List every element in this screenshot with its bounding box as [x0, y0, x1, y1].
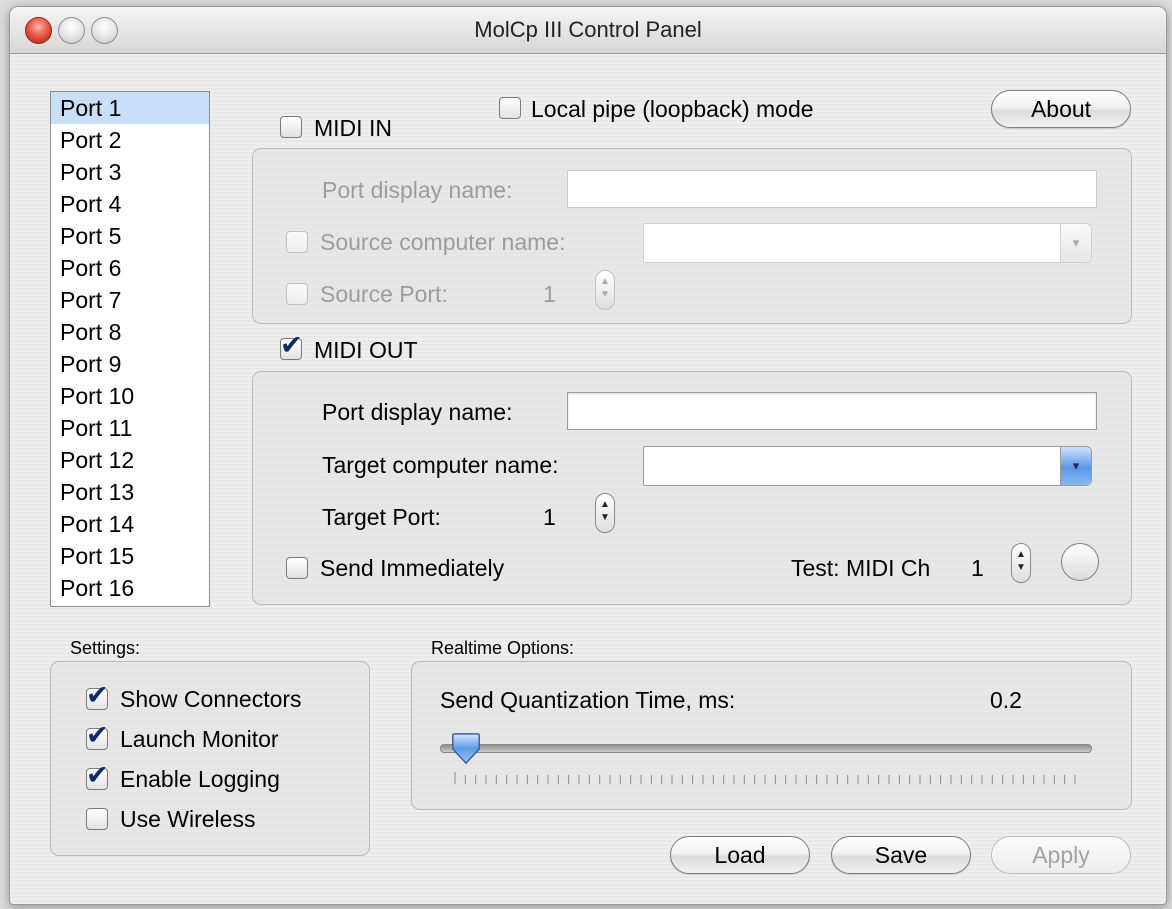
loopback-checkbox[interactable] [499, 97, 521, 119]
port-list-item[interactable]: Port 6 [51, 252, 209, 284]
target-port-label: Target Port: [322, 504, 441, 530]
port-list-item[interactable]: Port 11 [51, 412, 209, 444]
realtime-options-label: Realtime Options: [431, 638, 575, 658]
settings-label: Settings: [70, 638, 141, 658]
test-send-button[interactable] [1061, 543, 1099, 581]
port-list-item[interactable]: Port 13 [51, 476, 209, 508]
stepper-down-icon: ▼ [600, 512, 610, 523]
midi-out-port-display-name-field[interactable] [567, 392, 1097, 430]
quantization-time-value: 0.2 [990, 687, 1022, 713]
source-port-checkbox[interactable] [286, 283, 308, 305]
launch-monitor-label: Launch Monitor [120, 726, 279, 752]
source-port-value: 1 [543, 281, 556, 307]
send-immediately-checkbox[interactable] [286, 557, 308, 579]
show-connectors-checkbox[interactable]: ✔ [86, 680, 109, 710]
port-list-item[interactable]: Port 14 [51, 508, 209, 540]
midi-in-port-display-name-field[interactable] [567, 170, 1097, 208]
target-port-value: 1 [543, 504, 556, 530]
checkmark-icon: ✔ [280, 330, 303, 360]
port-list-item[interactable]: Port 1 [51, 92, 209, 124]
port-list-item[interactable]: Port 16 [51, 572, 209, 604]
title-bar[interactable]: MolCp III Control Panel [10, 7, 1166, 54]
port-list-item[interactable]: Port 8 [51, 316, 209, 348]
port-list-item[interactable]: Port 3 [51, 156, 209, 188]
enable-logging-label: Enable Logging [120, 766, 280, 792]
checkmark-icon: ✔ [86, 680, 109, 710]
port-list-item[interactable]: Port 10 [51, 380, 209, 412]
target-computer-label: Target computer name: [322, 452, 559, 478]
stepper-up-icon: ▲ [1016, 549, 1026, 560]
realtime-options-group [411, 661, 1132, 810]
midi-out-label: MIDI OUT [314, 337, 418, 363]
source-computer-label: Source computer name: [320, 229, 566, 255]
port-list-item[interactable]: Port 9 [51, 348, 209, 380]
midi-out-port-display-name-label: Port display name: [322, 399, 513, 425]
save-button[interactable]: Save [831, 836, 971, 874]
port-list-item[interactable]: Port 7 [51, 284, 209, 316]
chevron-down-icon: ▾ [1060, 224, 1091, 262]
test-midi-channel-value: 1 [971, 555, 984, 581]
stepper-up-icon: ▲ [600, 499, 610, 510]
target-computer-combo[interactable]: ▾ [643, 446, 1092, 486]
source-computer-checkbox[interactable] [286, 231, 308, 253]
quantization-slider-track[interactable] [440, 744, 1092, 753]
midi-in-checkbox[interactable] [280, 116, 302, 138]
test-channel-stepper[interactable]: ▲ ▼ [1011, 543, 1031, 583]
midi-in-label: MIDI IN [314, 115, 392, 141]
midi-in-port-display-name-label: Port display name: [322, 177, 513, 203]
launch-monitor-checkbox[interactable]: ✔ [86, 720, 109, 750]
load-button[interactable]: Load [670, 836, 810, 874]
target-port-stepper[interactable]: ▲ ▼ [595, 493, 615, 533]
window-title: MolCp III Control Panel [474, 17, 702, 42]
port-list-item[interactable]: Port 15 [51, 540, 209, 572]
quantization-slider-thumb[interactable] [450, 732, 482, 766]
test-midi-channel-label: Test: MIDI Ch [791, 555, 931, 581]
port-list-item[interactable]: Port 2 [51, 124, 209, 156]
checkmark-icon: ✔ [86, 760, 109, 790]
loopback-label: Local pipe (loopback) mode [531, 96, 814, 122]
source-port-stepper[interactable]: ▲ ▼ [595, 270, 615, 310]
checkmark-icon: ✔ [86, 720, 109, 750]
enable-logging-checkbox[interactable]: ✔ [86, 760, 109, 790]
quantization-time-label: Send Quantization Time, ms: [440, 687, 736, 713]
use-wireless-label: Use Wireless [120, 806, 256, 832]
control-panel-window: MolCp III Control Panel Port 1 Port 2 Port… [9, 6, 1167, 905]
send-immediately-label: Send Immediately [320, 555, 505, 581]
source-computer-combo[interactable]: ▾ [643, 223, 1092, 263]
about-button[interactable]: About [991, 90, 1131, 128]
use-wireless-checkbox[interactable] [86, 808, 108, 830]
port-list-item[interactable]: Port 12 [51, 444, 209, 476]
slider-tick-marks [454, 772, 1076, 784]
midi-out-checkbox[interactable]: ✔ [280, 330, 303, 360]
chevron-down-icon: ▾ [1060, 447, 1091, 485]
source-port-label: Source Port: [320, 281, 448, 307]
port-list-item[interactable]: Port 5 [51, 220, 209, 252]
apply-button[interactable]: Apply [991, 836, 1131, 874]
stepper-up-icon: ▲ [600, 276, 610, 287]
port-list-item[interactable]: Port 4 [51, 188, 209, 220]
stepper-down-icon: ▼ [1016, 562, 1026, 573]
stepper-down-icon: ▼ [600, 289, 610, 300]
show-connectors-label: Show Connectors [120, 686, 302, 712]
port-list[interactable]: Port 1 Port 2 Port 3 Port 4 Port 5 Port 6 Port… [50, 91, 210, 607]
